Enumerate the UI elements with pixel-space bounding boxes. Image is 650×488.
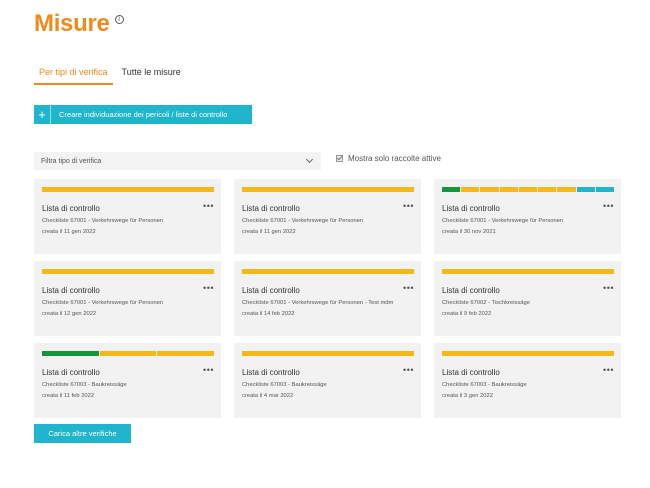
active-only-checkbox[interactable] [336, 155, 343, 162]
more-options-icon[interactable]: ••• [403, 365, 414, 374]
card-subtitle: Checkliste 67001 - Verkehrswege für Pers… [242, 218, 364, 224]
checklist-card[interactable]: Lista di controllo ••• Checkliste 67003 - … [434, 343, 621, 418]
progress-segment [242, 351, 414, 356]
more-options-icon[interactable]: ••• [403, 283, 414, 292]
card-date: creata il 14 feb 2022 [242, 311, 295, 317]
checklist-card-grid: Lista di controllo ••• Checkliste 67001 - … [34, 179, 622, 418]
progress-segment [557, 187, 576, 192]
page-header: Misure i [34, 10, 124, 38]
progress-bar [42, 269, 214, 274]
load-more-button[interactable]: Carica altre verifiche [34, 424, 131, 443]
card-subtitle: Checkliste 67003 - Baukreissäge [242, 382, 327, 388]
progress-segment [442, 351, 614, 356]
card-subtitle: Checkliste 67002 - Tischkreissäge [442, 300, 530, 306]
filter-type-select[interactable]: Filtra tipo di verifica [34, 152, 321, 170]
plus-icon: + [34, 105, 51, 124]
more-options-icon[interactable]: ••• [603, 201, 614, 210]
card-title: Lista di controllo [242, 204, 300, 213]
checklist-card[interactable]: Lista di controllo ••• Checkliste 67001 - … [234, 179, 421, 254]
card-date: creata il 12 gen 2022 [42, 311, 97, 317]
card-date: creata il 4 mar 2022 [242, 393, 294, 399]
card-subtitle: Checkliste 67001 - Verkehrswege für Pers… [42, 218, 164, 224]
progress-segment [442, 269, 614, 274]
checklist-card[interactable]: Lista di controllo ••• Checkliste 67002 - … [434, 261, 621, 336]
card-title: Lista di controllo [242, 286, 300, 295]
info-icon[interactable]: i [114, 15, 124, 24]
progress-bar [442, 187, 614, 192]
more-options-icon[interactable]: ••• [603, 283, 614, 292]
card-title: Lista di controllo [442, 204, 500, 213]
card-date: creata il 9 feb 2022 [442, 311, 492, 317]
progress-segment [99, 351, 157, 356]
progress-segment [442, 187, 461, 192]
page-title: Misure [34, 10, 110, 37]
active-only-label: Mostra solo raccolte attive [348, 154, 441, 163]
card-subtitle: Checkliste 67001 - Verkehrswege für Pers… [42, 300, 164, 306]
card-subtitle: Checkliste 67001 - Verkehrswege für Pers… [442, 218, 564, 224]
progress-segment [461, 187, 480, 192]
progress-segment [595, 187, 614, 192]
card-date: creata il 11 gen 2022 [242, 229, 296, 235]
progress-segment [42, 269, 214, 274]
card-header: Lista di controllo ••• [242, 201, 414, 213]
checklist-card[interactable]: Lista di controllo ••• Checkliste 67001 - … [34, 261, 221, 336]
more-options-icon[interactable]: ••• [403, 201, 414, 210]
progress-bar [242, 187, 414, 192]
progress-bar [42, 351, 215, 356]
card-subtitle: Checkliste 67003 - Baukreissäge [442, 382, 527, 388]
card-header: Lista di controllo ••• [442, 365, 614, 377]
card-title: Lista di controllo [42, 286, 100, 295]
card-subtitle: Checkliste 67001 - Verkehrswege für Pers… [242, 300, 394, 306]
card-header: Lista di controllo ••• [442, 283, 614, 295]
progress-bar [242, 269, 414, 274]
progress-segment [518, 187, 538, 192]
progress-bar [442, 351, 614, 356]
card-title: Lista di controllo [442, 368, 500, 377]
card-date: creata il 11 gen 2022 [42, 229, 96, 235]
more-options-icon[interactable]: ••• [603, 365, 614, 374]
filter-placeholder: Filtra tipo di verifica [41, 157, 102, 165]
card-header: Lista di controllo ••• [42, 283, 214, 295]
card-title: Lista di controllo [242, 368, 300, 377]
more-options-icon[interactable]: ••• [203, 365, 214, 374]
card-header: Lista di controllo ••• [242, 283, 414, 295]
tab-bar: Per tipi di verifica Tutte le misure [34, 65, 190, 85]
card-date: creata il 30 nov 2021 [442, 229, 496, 235]
card-header: Lista di controllo ••• [442, 201, 614, 213]
card-title: Lista di controllo [42, 368, 100, 377]
progress-segment [576, 187, 595, 192]
create-checklist-button[interactable]: + Creare individuazione dei pericoli / l… [34, 105, 252, 124]
active-only-toggle[interactable]: Mostra solo raccolte attive [336, 154, 441, 163]
card-subtitle: Checkliste 67003 - Baukreissäge [42, 382, 127, 388]
progress-segment [538, 187, 557, 192]
progress-segment [42, 187, 214, 192]
checklist-card[interactable]: Lista di controllo ••• Checkliste 67001 - … [434, 179, 621, 254]
checklist-card[interactable]: Lista di controllo ••• Checkliste 67001 - … [234, 261, 421, 336]
tab-tutte-le-misure[interactable]: Tutte le misure [117, 65, 186, 85]
card-title: Lista di controllo [42, 204, 100, 213]
progress-segment [42, 351, 99, 356]
card-date: creata il 11 feb 2022 [42, 393, 95, 399]
card-header: Lista di controllo ••• [242, 365, 414, 377]
tab-per-tipi-di-verifica[interactable]: Per tipi di verifica [34, 65, 113, 85]
checklist-card[interactable]: Lista di controllo ••• Checkliste 67003 - … [34, 343, 221, 418]
progress-bar [242, 351, 414, 356]
create-checklist-label: Creare individuazione dei pericoli / lis… [59, 110, 228, 119]
card-title: Lista di controllo [442, 286, 500, 295]
card-date: creata il 3 gen 2022 [442, 393, 493, 399]
progress-segment [242, 187, 414, 192]
progress-segment [242, 269, 414, 274]
chevron-down-icon [305, 155, 314, 164]
more-options-icon[interactable]: ••• [203, 283, 214, 292]
progress-segment [499, 187, 518, 192]
checklist-card[interactable]: Lista di controllo ••• Checkliste 67001 - … [34, 179, 221, 254]
more-options-icon[interactable]: ••• [203, 201, 214, 210]
checklist-card[interactable]: Lista di controllo ••• Checkliste 67003 - … [234, 343, 421, 418]
progress-segment [480, 187, 499, 192]
progress-bar [42, 187, 214, 192]
card-header: Lista di controllo ••• [42, 201, 214, 213]
progress-segment [157, 351, 215, 356]
progress-bar [442, 269, 614, 274]
card-header: Lista di controllo ••• [42, 365, 214, 377]
